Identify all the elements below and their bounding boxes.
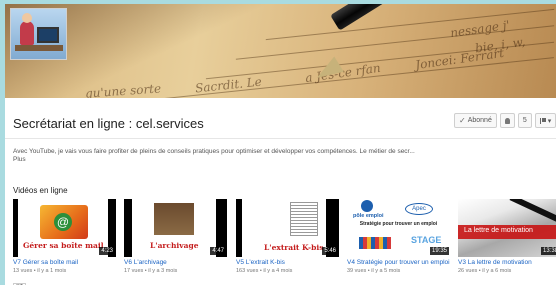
video-thumbnail[interactable]: L'extrait K-bis 5:46: [236, 199, 339, 257]
pen-image: [509, 199, 556, 226]
banner-script: Sacrdit. Le: [194, 74, 263, 96]
video-thumbnail[interactable]: L'archivage 4:47: [124, 199, 227, 257]
video-thumbnail[interactable]: La lettre de motivation 13:38: [458, 199, 556, 257]
video-meta: 26 vues • il y a 6 mois: [458, 268, 512, 274]
subscriber-count-value: 5: [522, 117, 527, 124]
archive-photo-image: [154, 203, 194, 235]
check-icon: ✓: [459, 116, 466, 125]
subscribed-button[interactable]: ✓ Abonné: [454, 113, 497, 128]
channel-description: Avec YouTube, je vais vous faire profite…: [13, 148, 415, 155]
pole-emploi-logo-icon: [361, 200, 373, 212]
pole-emploi-logo-text: pôle emploi: [353, 213, 384, 219]
thumbnail-text: Gérer sa boîte mail: [23, 241, 104, 250]
video-duration: 5:46: [322, 247, 338, 255]
channel-title[interactable]: Secrétariat en ligne : cel.services: [13, 116, 204, 131]
apec-logo: Apec: [405, 203, 433, 215]
video-item[interactable]: L'extrait K-bis 5:46 V5 L'extrait K-bis …: [236, 199, 339, 275]
video-duration: 19:35: [429, 247, 449, 255]
banner-script: Joncei: Ferrart: [414, 45, 505, 73]
video-title[interactable]: V4 Stratégie pour trouver un emploi: [347, 259, 450, 267]
divider: [5, 138, 556, 139]
video-meta: 13 vues • il y a 1 mois: [13, 268, 67, 274]
video-duration: 4:47: [210, 247, 226, 255]
banner-script: qu'une sorte: [84, 81, 162, 98]
video-title[interactable]: V5 L'extrait K-bis: [236, 259, 339, 267]
video-item[interactable]: @ Gérer sa boîte mail 4:23 V7 Gérer sa b…: [13, 199, 116, 285]
thumbnail-text: L'extrait K-bis: [264, 243, 324, 252]
channel-actions: ✓ Abonné 5 ▾: [454, 113, 556, 128]
thumbnail-text: La lettre de motivation: [464, 227, 533, 234]
flag-icon: [539, 117, 546, 124]
bell-icon: [504, 117, 510, 124]
video-meta: 39 vues • il y a 5 mois: [347, 268, 401, 274]
video-meta: 17 vues • il y a 3 mois: [124, 268, 178, 274]
video-item[interactable]: La lettre de motivation 13:38 V3 La lett…: [458, 199, 556, 275]
section-title[interactable]: Vidéos en ligne: [13, 186, 68, 195]
kbis-document-image: [290, 202, 318, 236]
subscribe-label: Abonné: [467, 117, 492, 124]
video-title[interactable]: V7 Gérer sa boîte mail: [13, 259, 116, 267]
video-thumbnail[interactable]: pôle emploi Apec Stratégie pour trouver …: [347, 199, 450, 257]
thumbnail-text: L'archivage: [150, 241, 199, 250]
video-title[interactable]: V3 La lettre de motivation: [458, 259, 556, 267]
channel-banner: nessage j' bie, i, w, Joncei: Ferrart a …: [5, 4, 556, 98]
people-figures-image: [359, 237, 391, 249]
channel-card: nessage j' bie, i, w, Joncei: Ferrart a …: [5, 4, 556, 285]
subscriber-count: 5: [517, 113, 532, 128]
at-sign-icon: @: [54, 213, 72, 231]
more-link[interactable]: Plus: [13, 156, 26, 163]
video-title[interactable]: V6 L'archivage: [124, 259, 227, 267]
video-duration: 4:23: [99, 247, 115, 255]
thumbnail-text: Stratégie pour trouver un emploi: [359, 221, 438, 227]
report-flag-button[interactable]: ▾: [534, 113, 556, 128]
stage-text: STAGE: [411, 235, 442, 245]
chevron-down-icon: ▾: [547, 117, 552, 125]
channel-avatar[interactable]: [10, 8, 67, 60]
video-thumbnail[interactable]: @ Gérer sa boîte mail 4:23: [13, 199, 116, 257]
video-item[interactable]: pôle emploi Apec Stratégie pour trouver …: [347, 199, 450, 275]
notification-button[interactable]: [499, 113, 515, 128]
video-meta: 163 vues • il y a 4 mois: [236, 268, 293, 274]
video-duration: 13:38: [540, 247, 556, 255]
video-item[interactable]: L'archivage 4:47 V6 L'archivage 17 vues …: [124, 199, 227, 275]
